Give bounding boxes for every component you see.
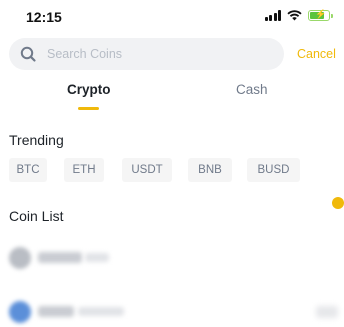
indicator-dot bbox=[332, 197, 344, 209]
coin-logo-icon bbox=[9, 301, 31, 323]
status-icons: ⚡ bbox=[264, 9, 333, 21]
search-icon bbox=[20, 46, 36, 62]
trending-chip-bnb[interactable]: BNB bbox=[188, 158, 232, 182]
coin-list-row[interactable] bbox=[0, 300, 344, 324]
cancel-button[interactable]: Cancel bbox=[297, 47, 336, 61]
blurred-coin-detail bbox=[85, 253, 109, 262]
tab-cash[interactable]: Cash bbox=[236, 82, 268, 97]
search-row: Search Coins Cancel bbox=[0, 38, 344, 70]
status-bar: 12:15 ⚡ bbox=[0, 0, 344, 34]
battery-charging-icon: ⚡ bbox=[308, 9, 333, 21]
trending-chip-usdt[interactable]: USDT bbox=[122, 158, 172, 182]
trending-title: Trending bbox=[9, 132, 64, 148]
status-time: 12:15 bbox=[26, 9, 62, 25]
search-input[interactable]: Search Coins bbox=[9, 38, 284, 70]
coin-list-row[interactable] bbox=[0, 246, 344, 270]
search-placeholder: Search Coins bbox=[47, 47, 123, 61]
signal-icon bbox=[264, 10, 281, 21]
trending-chip-eth[interactable]: ETH bbox=[64, 158, 104, 182]
active-tab-indicator bbox=[78, 107, 99, 110]
coin-list-title: Coin List bbox=[9, 208, 64, 224]
blurred-coin-value bbox=[316, 306, 338, 318]
tab-crypto[interactable]: Crypto bbox=[67, 82, 111, 97]
blurred-coin-detail bbox=[78, 307, 124, 316]
blurred-coin-name bbox=[38, 306, 74, 317]
wifi-icon bbox=[287, 10, 302, 21]
coin-logo-icon bbox=[9, 247, 31, 269]
trending-chip-btc[interactable]: BTC bbox=[9, 158, 47, 182]
trending-chip-busd[interactable]: BUSD bbox=[247, 158, 300, 182]
asset-tabs: Crypto Cash bbox=[0, 82, 344, 112]
blurred-coin-name bbox=[38, 252, 82, 263]
